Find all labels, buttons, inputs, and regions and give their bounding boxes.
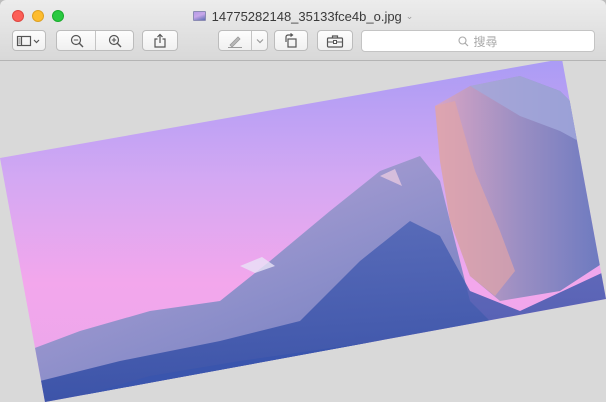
- share-button[interactable]: [142, 30, 178, 51]
- markup-control: [218, 30, 268, 51]
- photo-view[interactable]: [0, 61, 606, 402]
- zoom-out-button[interactable]: [57, 31, 96, 50]
- chevron-down-icon: [256, 38, 263, 43]
- zoom-out-icon: [70, 34, 83, 47]
- search-field[interactable]: 搜尋: [361, 30, 595, 52]
- share-icon: [154, 33, 166, 48]
- sidebar-view-button[interactable]: [12, 30, 46, 51]
- rotate-button[interactable]: [274, 30, 308, 51]
- toolbox-button[interactable]: [317, 30, 353, 51]
- toolbox-icon: [326, 34, 344, 48]
- rotate-left-icon: [285, 32, 297, 48]
- sidebar-icon: [16, 35, 40, 46]
- title-bar: 14775282148_35133fce4b_o.jpg ⌄ 搜尋: [0, 0, 606, 61]
- window-title-text: 14775282148_35133fce4b_o.jpg: [211, 8, 402, 24]
- zoom-in-button[interactable]: [96, 31, 133, 50]
- preview-window: 14775282148_35133fce4b_o.jpg ⌄ 搜尋: [0, 0, 606, 402]
- markup-button[interactable]: [219, 31, 251, 50]
- search-icon: [458, 35, 469, 46]
- zoom-in-icon: [108, 34, 121, 47]
- pen-icon: [228, 35, 242, 48]
- chevron-down-icon[interactable]: ⌄: [406, 11, 414, 22]
- image-canvas: [0, 61, 606, 402]
- zoom-control: [56, 30, 134, 51]
- search-placeholder: 搜尋: [473, 34, 498, 49]
- window-title[interactable]: 14775282148_35133fce4b_o.jpg ⌄: [0, 7, 606, 25]
- image-file-icon: [192, 11, 206, 21]
- markup-menu-button[interactable]: [252, 31, 267, 50]
